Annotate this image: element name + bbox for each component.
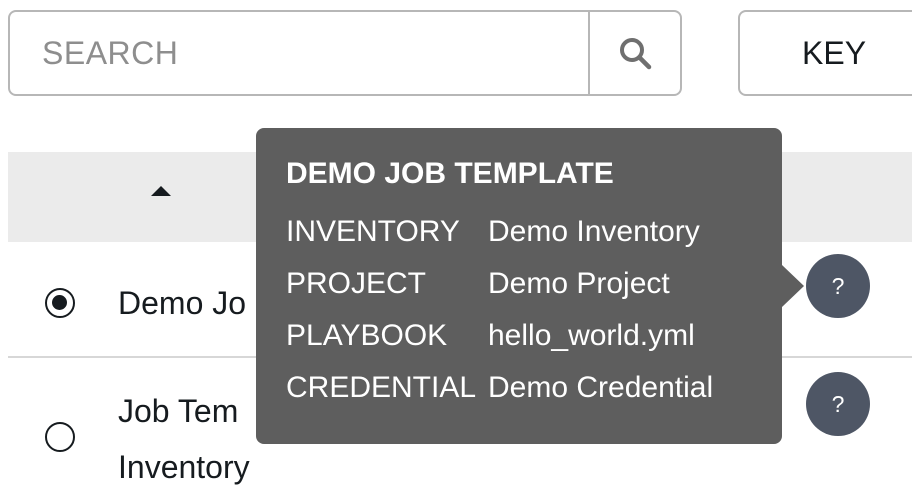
popover-field-credential: CREDENTIAL Demo Credential bbox=[286, 362, 782, 414]
help-icon-label: ? bbox=[831, 390, 845, 417]
search-box bbox=[8, 10, 682, 96]
search-input[interactable] bbox=[10, 12, 586, 94]
job-template-popover: DEMO JOB TEMPLATE INVENTORY Demo Invento… bbox=[256, 128, 782, 444]
popover-field-label: PROJECT bbox=[286, 267, 427, 300]
sort-up-icon[interactable] bbox=[151, 186, 171, 196]
popover-field-project: PROJECT Demo Project bbox=[286, 258, 782, 310]
popover-field-value: Demo Credential bbox=[488, 371, 714, 404]
search-icon bbox=[620, 38, 652, 70]
popover-field-playbook: PLAYBOOK hello_world.yml bbox=[286, 310, 782, 362]
help-icon[interactable]: ? bbox=[806, 254, 870, 318]
help-icon-label: ? bbox=[831, 272, 845, 299]
row-name[interactable]: Demo Jo bbox=[118, 276, 246, 330]
popover-arrow bbox=[782, 265, 804, 307]
row-name-line2: Inventory bbox=[118, 449, 250, 485]
popover-field-label: INVENTORY bbox=[286, 215, 460, 248]
popover-field-value: hello_world.yml bbox=[488, 319, 695, 352]
row-radio[interactable] bbox=[45, 288, 75, 318]
popover-field-value: Demo Project bbox=[488, 267, 670, 300]
search-button[interactable] bbox=[588, 12, 680, 94]
row-name[interactable]: Job Tem bbox=[118, 384, 238, 438]
popover-field-value: Demo Inventory bbox=[488, 215, 700, 248]
row-radio[interactable] bbox=[45, 422, 75, 452]
popover-field-label: CREDENTIAL bbox=[286, 371, 477, 404]
key-button-label: KEY bbox=[802, 34, 867, 71]
popover-title: DEMO JOB TEMPLATE bbox=[286, 157, 614, 190]
help-icon[interactable]: ? bbox=[806, 372, 870, 436]
key-button[interactable]: KEY bbox=[738, 10, 912, 96]
popover-field-inventory: INVENTORY Demo Inventory bbox=[286, 206, 782, 258]
popover-field-label: PLAYBOOK bbox=[286, 319, 448, 352]
